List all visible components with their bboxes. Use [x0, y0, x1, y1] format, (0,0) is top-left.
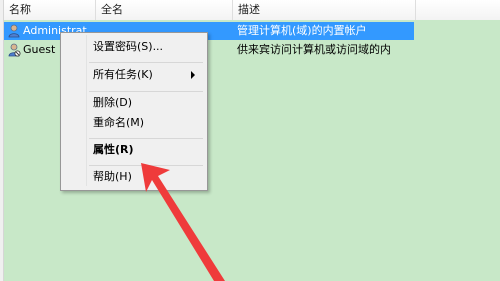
red-arrow-annotation	[141, 163, 225, 281]
user-list-window: 名称 全名 描述 Administrat 管理计算机(域)的内置帐户 Guest…	[0, 0, 500, 281]
